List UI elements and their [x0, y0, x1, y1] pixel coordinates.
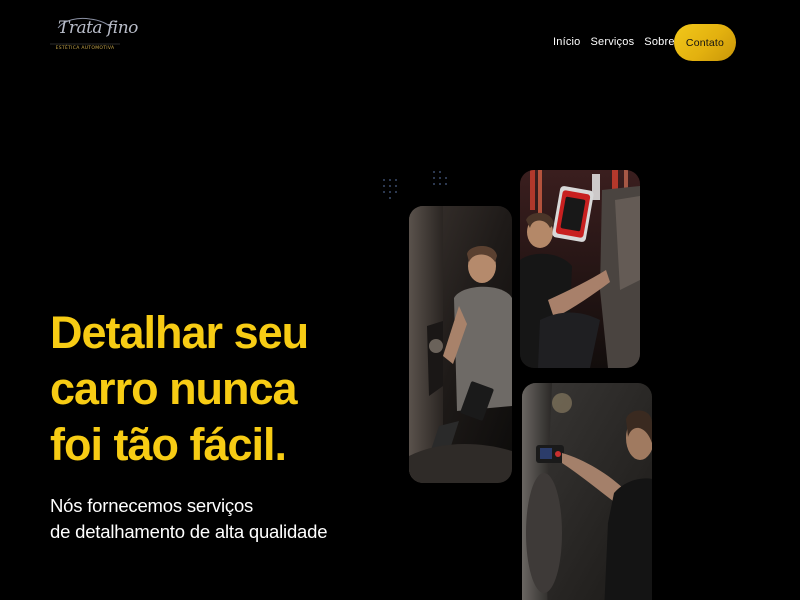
- nav-link-sobre[interactable]: Sobre: [644, 36, 674, 48]
- hero-headline: Detalhar seu carro nunca foi tão fácil.: [50, 305, 380, 473]
- nav-link-servicos[interactable]: Serviços: [591, 36, 635, 48]
- nav-link-inicio[interactable]: Início: [553, 36, 581, 48]
- subhead-line: Nós fornecemos serviços: [50, 495, 254, 516]
- photo-mechanic-tablet: [409, 206, 512, 483]
- contact-button[interactable]: Contato: [674, 24, 736, 61]
- decorative-dots-right: [433, 171, 447, 185]
- logo-tagline: ESTÉTICA AUTOMOTIVA: [55, 46, 115, 51]
- subhead-line: de detalhamento de alta qualidade: [50, 521, 328, 542]
- logo-wordmark: Trata fino: [58, 18, 138, 38]
- headline-line: Detalhar seu: [50, 307, 309, 358]
- landing-page: Trata fino ESTÉTICA AUTOMOTIVA Início Se…: [0, 0, 800, 600]
- decorative-dots-left: [383, 179, 397, 199]
- photo-mechanic-polishing: [520, 170, 640, 368]
- headline-line: carro nunca: [50, 363, 298, 414]
- brand-logo[interactable]: Trata fino ESTÉTICA AUTOMOTIVA: [50, 10, 138, 56]
- headline-line: foi tão fácil.: [50, 419, 287, 470]
- photo-mechanic-measuring: [522, 383, 652, 600]
- main-nav: Início Serviços Sobre: [553, 36, 675, 48]
- logo-divider: [50, 43, 120, 45]
- hero-subheadline: Nós fornecemos serviços de detalhamento …: [50, 493, 380, 545]
